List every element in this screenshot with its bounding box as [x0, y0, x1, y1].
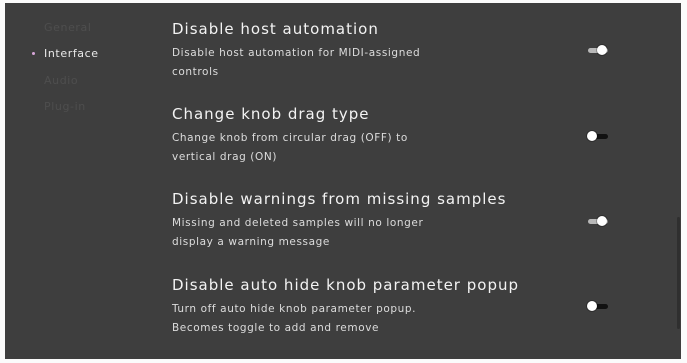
setting-title-disable-auto-hide-knob-popup: Disable auto hide knob parameter popup: [172, 276, 519, 294]
setting-title-change-knob-drag-type: Change knob drag type: [172, 105, 370, 123]
toggle-knob: [597, 216, 607, 226]
setting-description-line: controls: [172, 66, 219, 78]
setting-description-line: display a warning message: [172, 236, 330, 248]
toggle-knob: [597, 45, 607, 55]
setting-description-line: Disable host automation for MIDI-assigne…: [172, 47, 421, 59]
toggle-change-knob-drag-type[interactable]: [586, 131, 608, 143]
setting-description-line: Change knob from circular drag (OFF) to: [172, 132, 408, 144]
toggle-knob: [587, 301, 597, 311]
setting-description-line: Becomes toggle to add and remove: [172, 322, 380, 334]
setting-title-disable-host-automation: Disable host automation: [172, 20, 379, 38]
setting-description-line: Missing and deleted samples will no long…: [172, 217, 424, 229]
toggle-knob: [587, 131, 597, 141]
toggle-disable-host-automation[interactable]: [586, 45, 608, 57]
scrollbar-thumb[interactable]: [677, 217, 680, 329]
preferences-window: General Interface Audio Plug-in Disable …: [5, 3, 681, 359]
toggle-disable-warnings-missing-samples[interactable]: [586, 216, 608, 228]
toggle-disable-auto-hide-knob-popup[interactable]: [586, 301, 608, 313]
interface-settings-panel: Disable host automation Disable host aut…: [5, 3, 681, 359]
setting-description-line: vertical drag (ON): [172, 151, 278, 163]
setting-title-disable-warnings-missing-samples: Disable warnings from missing samples: [172, 190, 507, 208]
setting-description-line: Turn off auto hide knob parameter popup.: [172, 303, 417, 315]
settings-scrollbar[interactable]: [676, 3, 681, 359]
